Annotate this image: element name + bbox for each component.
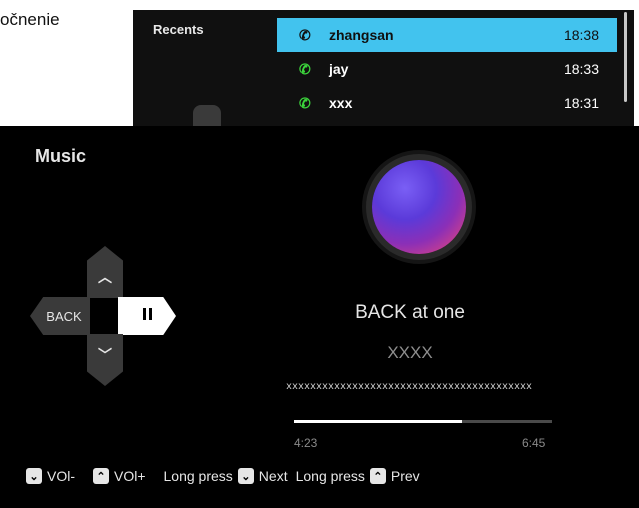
chevron-down-icon: ⌄ [26, 468, 42, 484]
dpad-controls: ︿ BACK ﹀ [30, 246, 180, 396]
lyrics-line: xxxxxxxxxxxxxxxxxxxxxxxxxxxxxxxxxxxxxxxx… [285, 382, 533, 393]
hint-label: Next [258, 468, 288, 484]
hint-label: VOl- [47, 468, 75, 484]
hint-prev: Long press ⌃ Prev [296, 468, 420, 484]
footer-hints: ⌄ VOl- ⌃ VOl+ Long press ⌄ Next Long pre… [0, 463, 639, 489]
pause-icon [141, 307, 153, 325]
call-time: 18:31 [563, 95, 599, 111]
hint-label: Prev [390, 468, 420, 484]
caller-name: zhangsan [329, 27, 394, 43]
progress-fill [294, 420, 462, 423]
chevron-up-icon: ︿ [98, 269, 112, 285]
recent-call-item[interactable]: ✆ jay 18:33 [277, 52, 617, 86]
chevron-down-icon: ⌄ [237, 468, 254, 484]
hint-prefix: Long press [163, 468, 233, 484]
music-title: Music [35, 146, 87, 166]
hint-label: VOl+ [114, 468, 146, 484]
artist-name: XXXX [387, 343, 433, 362]
caller-name: xxx [329, 95, 353, 111]
chevron-down-icon: ﹀ [98, 347, 112, 363]
recent-call-item[interactable]: ✆ xxx 18:31 [277, 86, 617, 120]
phone-icon: ✆ [299, 94, 311, 111]
recents-title: Recents [153, 22, 204, 37]
caller-name: jay [329, 61, 349, 77]
chevron-up-icon: ⌃ [369, 468, 386, 484]
recents-panel: Recents ✆ zhangsan 18:38 ✆ jay 18:33 ✆ x… [133, 10, 634, 126]
phone-icon: ✆ [299, 26, 311, 43]
phone-icon: ✆ [299, 60, 311, 77]
up-button[interactable]: ︿ [87, 246, 123, 298]
progress-bar[interactable] [294, 420, 552, 423]
elapsed-time: 4:23 [294, 436, 318, 450]
hint-prefix: Long press [295, 468, 365, 484]
back-button[interactable]: BACK [30, 297, 90, 335]
total-time: 6:45 [522, 436, 546, 450]
hint-vol-up: ⌃ VOl+ [93, 468, 146, 484]
hint-next: Long press ⌄ Next [164, 468, 288, 484]
call-time: 18:33 [563, 61, 599, 77]
hint-vol-down: ⌄ VOl- [26, 468, 75, 484]
music-panel: Music ︿ BACK ﹀ BACK at one XXXX xxxxxxxx… [0, 126, 639, 508]
chevron-up-icon: ⌃ [93, 468, 109, 484]
album-art [372, 160, 466, 254]
document-text-fragment: očnenie [0, 10, 60, 29]
recents-scrollbar[interactable] [624, 12, 627, 102]
recent-call-item[interactable]: ✆ zhangsan 18:38 [277, 18, 617, 52]
pause-button[interactable] [118, 297, 176, 335]
down-button[interactable]: ﹀ [87, 334, 123, 386]
back-label: BACK [46, 308, 82, 324]
up-button-ghost [193, 105, 221, 126]
song-title: BACK at one [355, 302, 465, 323]
call-time: 18:38 [563, 27, 599, 43]
